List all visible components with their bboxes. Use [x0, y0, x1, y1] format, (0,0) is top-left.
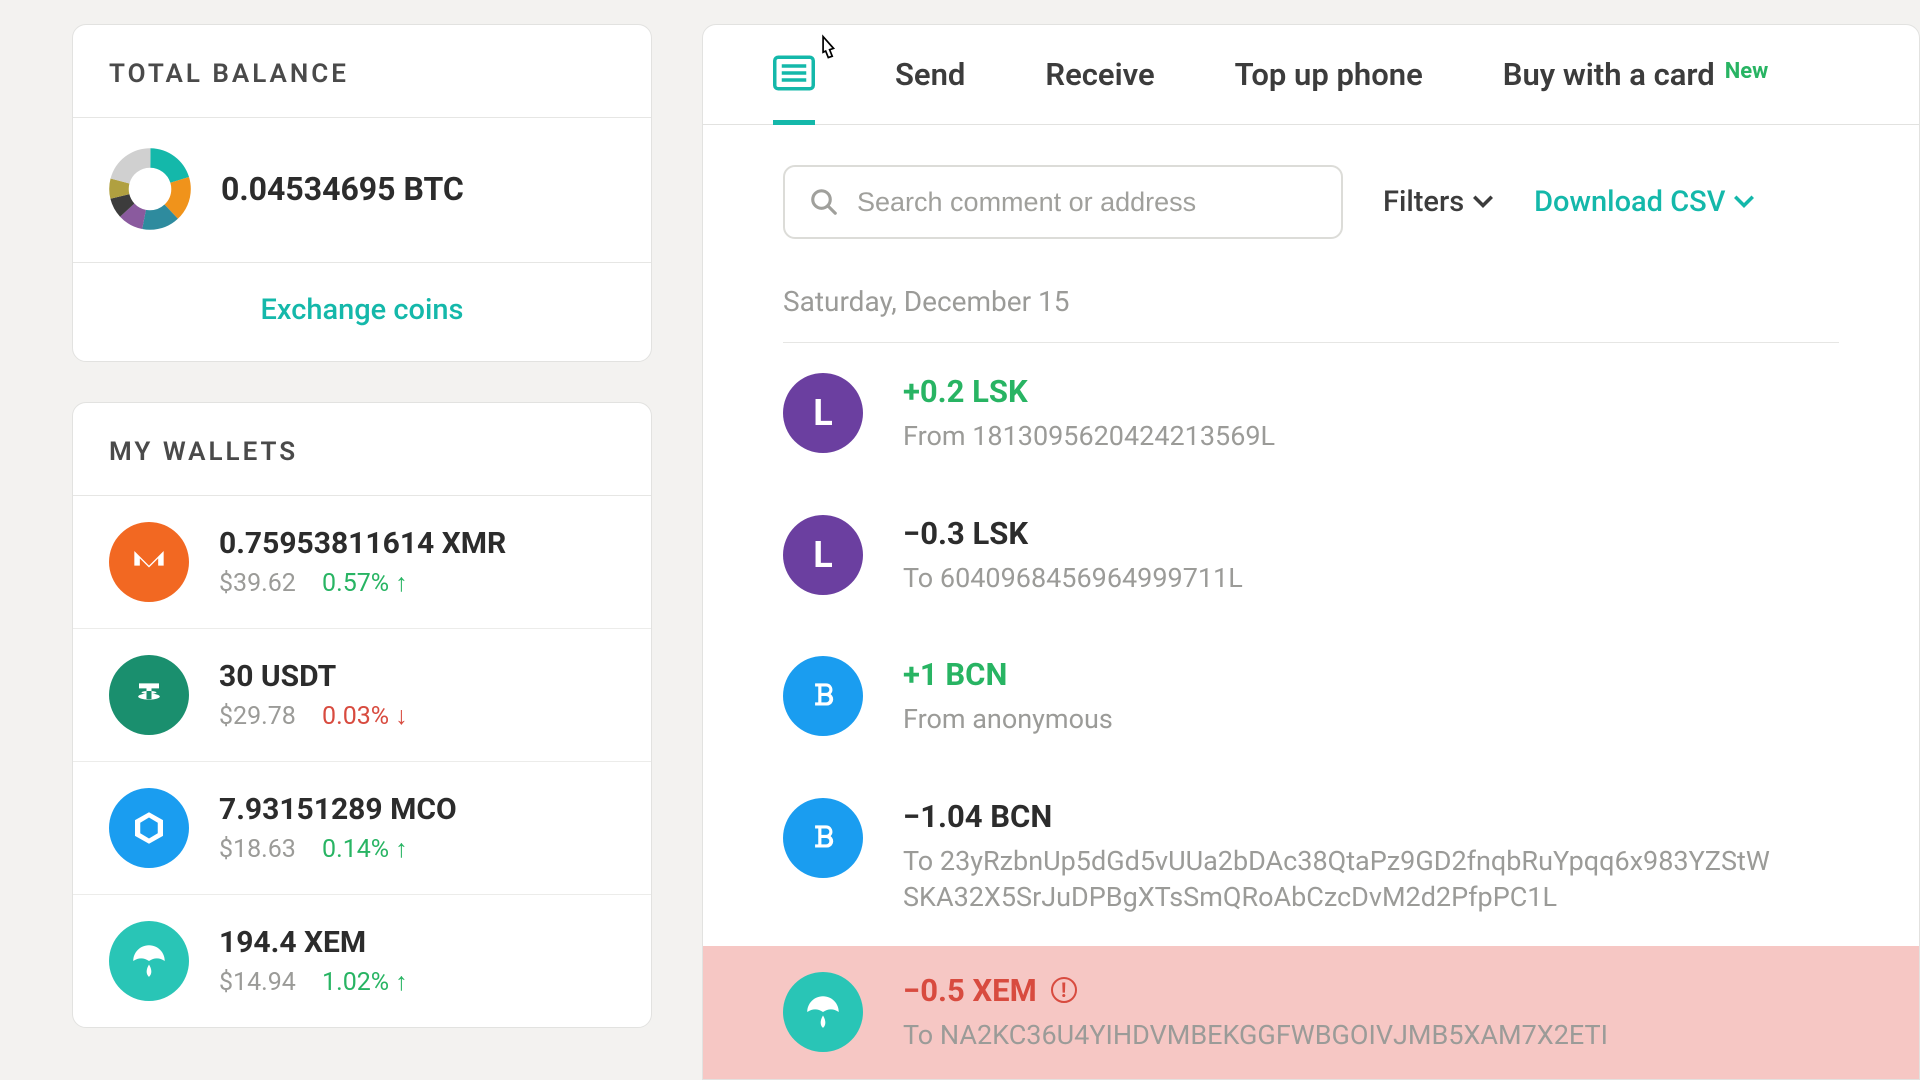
xmr-icon: [109, 522, 189, 602]
lsk-icon: L: [783, 373, 863, 453]
transaction-row[interactable]: L +0.2 LSK From 1813095620424213569L: [783, 343, 1839, 484]
date-header: Saturday, December 15: [783, 269, 1839, 343]
search-input[interactable]: [857, 187, 1317, 218]
wallet-pct: 1.02% ↑: [322, 968, 408, 997]
wallet-row-xmr[interactable]: 0.75953811614 XMR $39.62 0.57% ↑: [73, 496, 651, 629]
cursor-pointer-icon: [813, 34, 841, 68]
search-box[interactable]: [783, 165, 1343, 239]
history-list-icon: [773, 53, 815, 93]
tx-detail: To NA2KC36U4YIHDVMBEKGGFWBGOIVJMB5XAM7X2…: [903, 1017, 1608, 1053]
tx-detail: To 23yRzbnUp5dGd5vUUa2bDAc38QtaPz9GD2fnq…: [903, 843, 1773, 916]
wallet-row-usdt[interactable]: 30 USDT $29.78 0.03% ↓: [73, 629, 651, 762]
wallet-usd: $29.78: [219, 702, 296, 731]
warning-icon: !: [1051, 977, 1077, 1003]
total-balance-card: TOTAL BALANCE 0.04534695 BTC Exchange co…: [72, 24, 652, 362]
chevron-down-icon: [1733, 195, 1755, 209]
mco-icon: [109, 788, 189, 868]
xem-icon: [109, 921, 189, 1001]
bcn-icon: [783, 798, 863, 878]
new-badge: New: [1725, 59, 1769, 84]
tab-send[interactable]: Send: [895, 25, 965, 124]
transaction-row[interactable]: +1 BCN From anonymous: [783, 626, 1839, 767]
download-csv-button[interactable]: Download CSV: [1534, 185, 1755, 219]
wallet-pct: 0.14% ↑: [322, 835, 408, 864]
wallet-row-xem[interactable]: 194.4 XEM $14.94 1.02% ↑: [73, 895, 651, 1027]
tx-amount: +1 BCN: [903, 656, 1113, 693]
tx-detail: From 1813095620424213569L: [903, 418, 1275, 454]
wallet-pct: 0.57% ↑: [322, 569, 408, 598]
tx-amount: +0.2 LSK: [903, 373, 1275, 410]
wallet-amount: 7.93151289 MCO: [219, 792, 457, 827]
transaction-list: Saturday, December 15 L +0.2 LSK From 18…: [703, 269, 1919, 1079]
my-wallets-header: MY WALLETS: [73, 403, 651, 496]
tabs-bar: Send Receive Top up phone Buy with a car…: [703, 25, 1919, 125]
balance-donut-chart: [109, 148, 191, 230]
balance-body: 0.04534695 BTC: [73, 118, 651, 263]
transaction-row[interactable]: −1.04 BCN To 23yRzbnUp5dGd5vUUa2bDAc38Qt…: [783, 768, 1839, 946]
bcn-icon: [783, 656, 863, 736]
tx-amount: −0.3 LSK: [903, 515, 1243, 552]
tx-detail: To 6040968456964999711L: [903, 560, 1243, 596]
wallet-amount: 194.4 XEM: [219, 925, 408, 960]
main-panel: Send Receive Top up phone Buy with a car…: [702, 24, 1920, 1080]
tab-receive[interactable]: Receive: [1045, 25, 1154, 124]
search-icon: [809, 187, 839, 217]
tab-history[interactable]: [773, 26, 815, 125]
my-wallets-card: MY WALLETS 0.75953811614 XMR $39.62 0.57…: [72, 402, 652, 1028]
wallet-usd: $14.94: [219, 968, 296, 997]
balance-value: 0.04534695 BTC: [221, 170, 464, 208]
chevron-down-icon: [1472, 195, 1494, 209]
wallet-amount: 30 USDT: [219, 659, 408, 694]
usdt-icon: [109, 655, 189, 735]
tx-amount: −1.04 BCN: [903, 798, 1773, 835]
filters-button[interactable]: Filters: [1383, 185, 1494, 219]
wallet-pct: 0.03% ↓: [322, 702, 408, 731]
lsk-icon: L: [783, 515, 863, 595]
tab-topup[interactable]: Top up phone: [1235, 25, 1423, 124]
tx-amount: −0.5 XEM !: [903, 972, 1608, 1009]
wallet-amount: 0.75953811614 XMR: [219, 526, 506, 561]
tx-detail: From anonymous: [903, 701, 1113, 737]
transaction-row[interactable]: L −0.3 LSK To 6040968456964999711L: [783, 485, 1839, 626]
total-balance-header: TOTAL BALANCE: [73, 25, 651, 118]
filters-label: Filters: [1383, 185, 1464, 219]
xem-icon: [783, 972, 863, 1052]
tab-buy[interactable]: Buy with a card New: [1503, 25, 1769, 124]
transaction-row-error[interactable]: −0.5 XEM ! To NA2KC36U4YIHDVMBEKGGFWBGOI…: [703, 946, 1919, 1079]
exchange-coins-link[interactable]: Exchange coins: [73, 263, 651, 361]
download-label: Download CSV: [1534, 185, 1725, 219]
wallet-usd: $39.62: [219, 569, 296, 598]
wallet-usd: $18.63: [219, 835, 296, 864]
tab-buy-label: Buy with a card: [1503, 56, 1715, 93]
wallet-row-mco[interactable]: 7.93151289 MCO $18.63 0.14% ↑: [73, 762, 651, 895]
toolbar: Filters Download CSV: [703, 125, 1919, 269]
